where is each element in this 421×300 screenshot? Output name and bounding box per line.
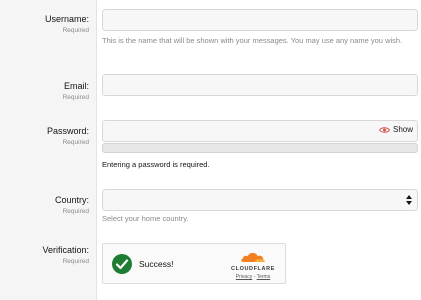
country-required: Required	[62, 208, 89, 215]
label-column	[0, 0, 97, 300]
verification-required: Required	[62, 258, 89, 265]
country-select[interactable]	[102, 189, 418, 211]
password-input[interactable]	[107, 122, 371, 142]
cloudflare-logo: CLOUDFLARE Privacy - Terms	[227, 250, 279, 280]
email-required: Required	[62, 94, 89, 101]
password-field: Show	[102, 120, 418, 142]
select-arrows-icon	[406, 195, 412, 205]
password-message: Entering a password is required.	[102, 160, 210, 169]
links-separator: -	[253, 274, 256, 280]
show-password-label: Show	[392, 125, 413, 134]
email-label: Email:	[63, 81, 89, 91]
cloudflare-links: Privacy - Terms	[227, 274, 279, 280]
registration-form: Username: Required This is the name that…	[0, 0, 421, 300]
email-input[interactable]	[102, 74, 418, 96]
terms-link[interactable]: Terms	[257, 274, 271, 280]
username-required: Required	[62, 27, 89, 34]
country-label: Country:	[54, 195, 89, 205]
username-hint: This is the name that will be shown with…	[102, 36, 403, 45]
success-check-icon	[112, 254, 132, 274]
username-label: Username:	[44, 14, 89, 24]
password-strength-meter	[102, 143, 418, 153]
privacy-link[interactable]: Privacy	[236, 274, 252, 280]
cloudflare-cloud-icon	[241, 252, 265, 262]
eye-icon	[378, 126, 390, 133]
password-required: Required	[62, 139, 89, 146]
username-input[interactable]	[102, 9, 418, 31]
cloudflare-wordmark: CLOUDFLARE	[231, 266, 275, 272]
verification-label: Verification:	[42, 245, 89, 255]
country-hint: Select your home country.	[102, 214, 189, 223]
show-password-button[interactable]: Show	[378, 125, 413, 134]
verification-status: Success!	[139, 259, 174, 269]
password-label: Password:	[46, 126, 89, 136]
cloudflare-turnstile-widget[interactable]: Success! CLOUDFLARE Privacy - Terms	[102, 243, 286, 284]
